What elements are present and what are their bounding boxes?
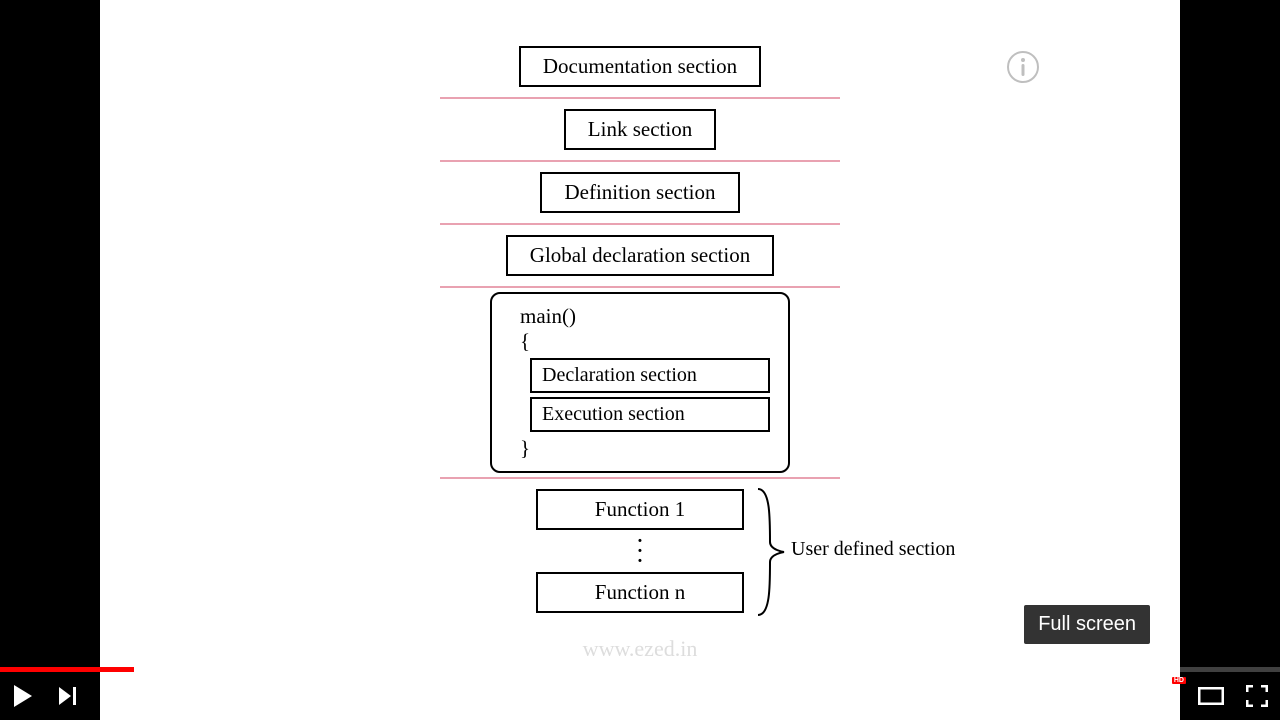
main-function-box: main() { Declaration section Execution s…	[490, 292, 790, 473]
video-content[interactable]: Documentation section Link section Defin…	[100, 0, 1180, 720]
player-controls: 0:25 / 3:58 HD	[0, 672, 1280, 720]
section-box: Documentation section	[519, 46, 761, 87]
play-button[interactable]	[0, 673, 46, 719]
open-brace: {	[510, 329, 770, 354]
separator	[440, 160, 840, 162]
program-structure-diagram: Documentation section Link section Defin…	[380, 40, 900, 619]
function-box: Function 1	[536, 489, 744, 530]
pillarbox-left	[0, 0, 100, 720]
next-button[interactable]	[46, 673, 92, 719]
watermark: www.ezed.in	[583, 636, 698, 662]
separator	[440, 223, 840, 225]
volume-button[interactable]	[92, 673, 138, 719]
total-time: 3:58	[185, 688, 213, 704]
hd-badge: HD	[1172, 677, 1186, 684]
time-display: 0:25 / 3:58	[144, 688, 213, 704]
separator	[440, 97, 840, 99]
main-header: main()	[510, 304, 770, 329]
close-brace: }	[510, 436, 770, 461]
settings-button[interactable]: HD	[1142, 673, 1188, 719]
fullscreen-button[interactable]	[1234, 673, 1280, 719]
main-inner-box: Execution section	[530, 397, 770, 432]
main-inner-box: Declaration section	[530, 358, 770, 393]
video-player: Documentation section Link section Defin…	[0, 0, 1280, 720]
separator	[440, 477, 840, 479]
user-defined-label: User defined section	[791, 538, 955, 561]
pillarbox-right	[1180, 0, 1280, 720]
function-box: Function n	[536, 572, 744, 613]
separator	[440, 286, 840, 288]
theater-mode-button[interactable]	[1188, 673, 1234, 719]
info-icon[interactable]	[1006, 50, 1040, 84]
current-time: 0:25	[144, 688, 172, 704]
ellipsis-icon: ···	[536, 536, 744, 566]
fullscreen-tooltip: Full screen	[1024, 605, 1150, 644]
section-box: Link section	[564, 109, 716, 150]
curly-brace-icon	[756, 487, 786, 617]
section-box: Global declaration section	[506, 235, 774, 276]
section-box: Definition section	[540, 172, 739, 213]
